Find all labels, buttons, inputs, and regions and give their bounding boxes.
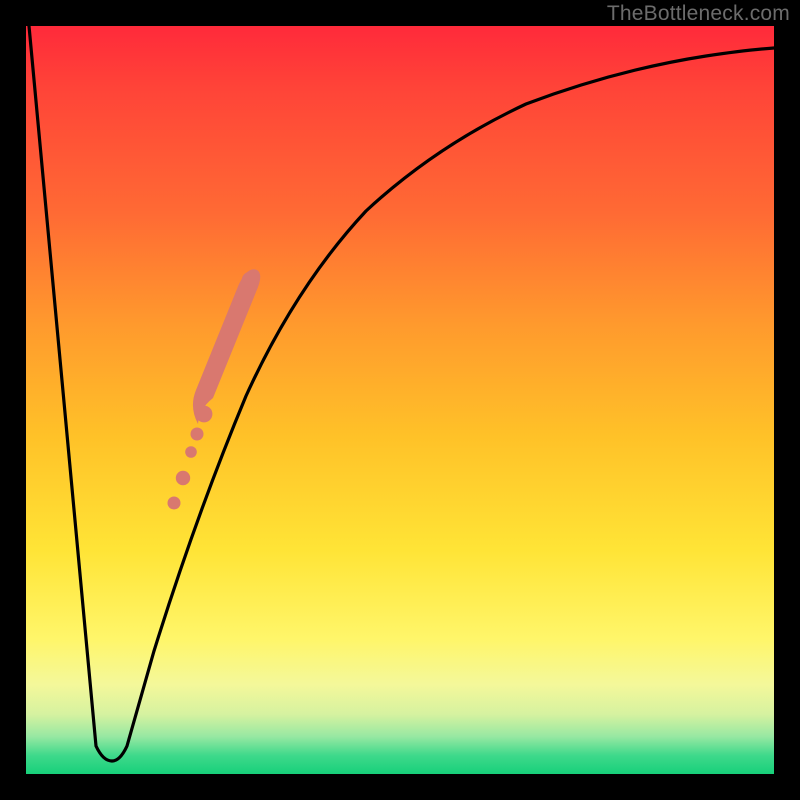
marker-dot-2 (176, 471, 190, 485)
watermark-text: TheBottleneck.com (607, 2, 790, 26)
marker-blob-cap-lower (196, 406, 213, 423)
marker-blob-cap-upper (242, 272, 258, 288)
bottleneck-curve-path (29, 26, 774, 761)
marker-dot-3 (185, 446, 197, 458)
chart-stage: TheBottleneck.com (0, 0, 800, 800)
curve-layer (26, 26, 774, 774)
marker-dot-4 (191, 428, 204, 441)
marker-dot-1 (168, 497, 181, 510)
marker-blob (193, 269, 260, 424)
